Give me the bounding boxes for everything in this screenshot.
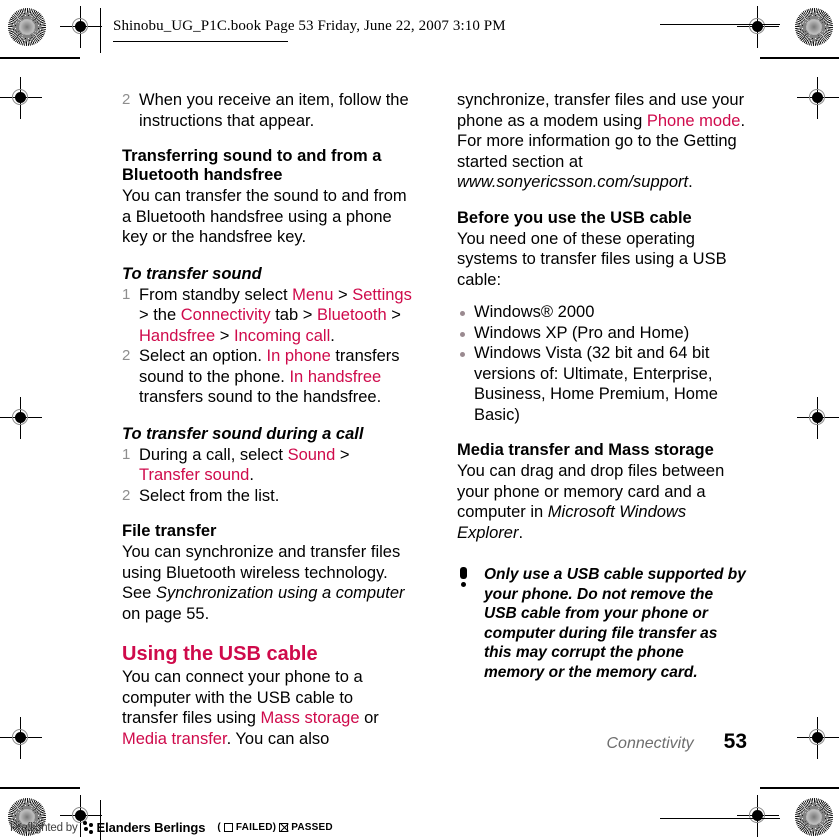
preflight-passed-label: PASSED: [291, 822, 333, 833]
inline-text: on page 55.: [122, 604, 210, 623]
paren-close: ): [272, 822, 277, 833]
step-number: 2: [122, 486, 131, 504]
list-item: Windows XP (Pro and Home): [457, 323, 747, 344]
left-column: 2 When you receive an item, follow the i…: [122, 90, 412, 749]
step-number: 2: [122, 347, 131, 364]
list-item: Windows® 2000: [457, 302, 747, 323]
footer-page-number: 53: [723, 730, 747, 753]
note-block: Only use a USB cable supported by your p…: [457, 565, 747, 682]
list-item: Windows Vista (32 bit and 64 bit version…: [457, 343, 747, 425]
paragraph-media-body: You can drag and drop files between your…: [457, 461, 747, 543]
inline-italic-reference: Synchronization using a computer: [155, 584, 405, 602]
right-column: synchronize, transfer files and use your…: [457, 90, 747, 682]
inline-menu-reference: Media transfer: [122, 729, 227, 748]
inline-text: Select an option.: [139, 347, 267, 365]
inline-menu-reference: Connectivity: [180, 306, 271, 324]
inline-text: >: [215, 326, 234, 345]
inline-menu-reference: Bluetooth: [316, 306, 387, 324]
operating-system-list: Windows® 2000 Windows XP (Pro and Home) Wi…: [457, 302, 747, 425]
heading-to-transfer-sound-during-call: To transfer sound during a call: [122, 424, 364, 443]
inline-menu-reference: Sound: [287, 445, 336, 464]
checkbox-passed-icon: [279, 823, 289, 832]
inline-text: Select from the list.: [139, 486, 280, 505]
list-item: 2 Select from the list.: [122, 486, 412, 507]
heading-before-you-use-usb-cable: Before you use the USB cable: [457, 208, 692, 227]
checkbox-failed-icon: [223, 823, 233, 832]
inline-text: > the: [139, 306, 181, 324]
step-number: 1: [122, 445, 131, 463]
inline-italic-reference: www.sonyericsson.com/support: [457, 173, 689, 191]
inline-text: >: [333, 285, 353, 304]
inline-text: .: [688, 173, 693, 191]
inline-menu-reference: Settings: [352, 285, 412, 304]
preflight-failed-label: FAILED: [235, 822, 273, 833]
paragraph-before-body: You need one of these operating systems …: [457, 229, 727, 289]
inline-text: From standby select: [139, 285, 293, 304]
inline-menu-reference: Handsfree: [139, 326, 216, 345]
inline-text: or: [359, 709, 379, 727]
inline-text: >: [386, 306, 401, 324]
exclamation-icon: [459, 567, 469, 589]
list-item: 2 Select an option. In phone transfers so…: [122, 346, 412, 408]
inline-text: transfers sound to the handsfree.: [139, 388, 382, 406]
list-item: 1 During a call, select Sound > Transfer …: [122, 445, 412, 486]
list-item: 2 When you receive an item, follow the i…: [122, 90, 412, 131]
inline-text: .: [249, 466, 254, 484]
inline-menu-reference: Menu: [292, 285, 334, 304]
step-number: 2: [122, 91, 131, 108]
heading-using-the-usb-cable: Using the USB cable: [122, 643, 318, 665]
footer-chapter-name: Connectivity: [606, 735, 694, 752]
procedure-transfer-sound: 1 From standby select Menu > Settings > t…: [122, 285, 412, 408]
step-text: When you receive an item, follow the ins…: [139, 91, 409, 130]
inline-menu-reference: Mass storage: [260, 709, 360, 727]
procedure-transfer-sound-during-call: 1 During a call, select Sound > Transfer …: [122, 445, 412, 507]
inline-text: . You can also: [226, 729, 330, 748]
inline-text: .: [330, 326, 335, 345]
preflight-company: Elanders Berlings: [96, 820, 206, 835]
elanders-logo-icon: [82, 821, 94, 834]
inline-text: tab >: [270, 306, 317, 324]
page-content: 2 When you receive an item, follow the i…: [0, 0, 839, 840]
continued-step-list: 2 When you receive an item, follow the i…: [122, 90, 412, 131]
paragraph-usb-continued: synchronize, transfer files and use your…: [457, 90, 747, 193]
inline-menu-reference: In handsfree: [289, 367, 382, 386]
inline-text: >: [335, 445, 350, 464]
paren-open: (: [217, 822, 221, 833]
inline-menu-reference: Transfer sound: [139, 466, 250, 484]
paragraph-bluetooth-body: You can transfer the sound to and from a…: [122, 187, 407, 246]
heading-transferring-sound: Transferring sound to and from a Bluetoo…: [122, 147, 382, 184]
preflight-stamp: Preflighted by Elanders Berlings ( FAILE…: [10, 820, 333, 835]
list-item: 1 From standby select Menu > Settings > t…: [122, 285, 412, 347]
inline-menu-reference: Incoming call: [233, 326, 331, 345]
inline-text: During a call, select: [139, 445, 288, 464]
heading-file-transfer: File transfer: [122, 522, 217, 540]
note-text: Only use a USB cable supported by your p…: [484, 566, 746, 681]
preflight-label: Preflighted by: [10, 821, 78, 834]
page-footer: Connectivity 53: [457, 730, 747, 754]
heading-media-transfer-mass-storage: Media transfer and Mass storage: [457, 441, 714, 459]
preflight-result: ( FAILED ) PASSED: [217, 822, 332, 833]
inline-menu-reference: Phone mode: [646, 111, 741, 130]
heading-to-transfer-sound: To transfer sound: [122, 264, 262, 283]
inline-text: .: [518, 523, 524, 542]
paragraph-usb-intro: You can connect your phone to a computer…: [122, 667, 412, 749]
paragraph-file-transfer: You can synchronize and transfer files u…: [122, 542, 412, 624]
step-number: 1: [122, 285, 131, 303]
inline-menu-reference: In phone: [266, 347, 331, 365]
